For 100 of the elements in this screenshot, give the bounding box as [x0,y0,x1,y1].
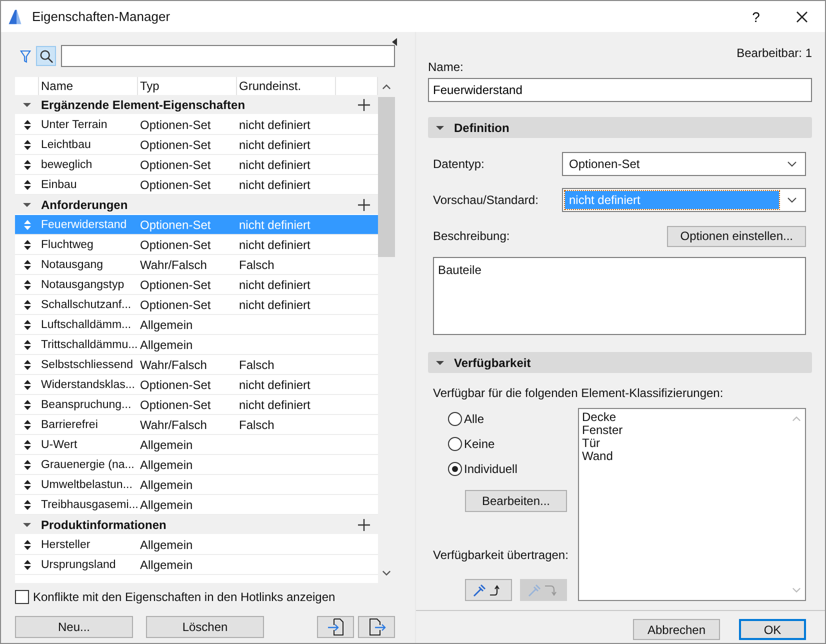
import-button[interactable] [317,616,354,638]
property-name: Umweltbelastun... [40,478,134,490]
property-row[interactable]: Schallschutzanf... Optionen-Set nicht definiert [15,295,378,315]
property-type: Optionen-Set [139,298,212,312]
scroll-thumb[interactable] [378,97,395,257]
edit-button[interactable]: Bearbeiten... [465,490,567,512]
section-header[interactable]: Verfügbarkeit [428,352,812,373]
section-header[interactable]: Definition [428,117,812,138]
property-name: Grauenergie (na... [40,458,136,470]
drag-handle-icon[interactable] [24,220,31,230]
drag-handle-icon[interactable] [24,300,31,310]
property-row[interactable]: Beanspruchung... Optionen-Set nicht definiert [15,395,378,415]
property-default: Falsch [238,418,276,432]
add-icon[interactable] [358,98,370,110]
classification-item[interactable]: Decke [582,411,785,424]
radio-button[interactable] [448,412,462,426]
classification-list[interactable]: Decke Fenster Tür Wand [578,408,806,601]
property-default: nicht definiert [238,118,312,132]
eyedropper-button[interactable] [465,579,512,601]
property-name: Widerstandsklas... [40,378,136,390]
property-row[interactable]: Fluchtweg Optionen-Set nicht definiert [15,235,378,255]
drag-handle-icon[interactable] [24,160,31,170]
radio-button[interactable] [448,462,462,476]
radio-label[interactable]: Alle [464,412,484,426]
property-row[interactable]: U-Wert Allgemein [15,435,378,455]
drag-handle-icon[interactable] [24,140,31,150]
drag-handle-icon[interactable] [24,500,31,510]
datatype-dropdown[interactable]: Optionen-Set [562,152,806,176]
search-field[interactable] [61,45,395,67]
property-name: Leichtbau [40,138,92,150]
property-type: Allgemein [139,338,194,352]
app-logo-icon [7,8,23,24]
property-row[interactable]: beweglich Optionen-Set nicht definiert [15,155,378,175]
document-arrow-out-icon [366,617,386,637]
drag-handle-icon[interactable] [24,280,31,290]
drag-handle-icon[interactable] [24,440,31,450]
drag-handle-icon[interactable] [24,460,31,470]
radio-label[interactable]: Individuell [464,462,518,476]
property-name: Fluchtweg [40,238,94,250]
drag-handle-icon[interactable] [24,180,31,190]
classification-item[interactable]: Tür [582,437,785,450]
drag-handle-icon[interactable] [24,380,31,390]
property-row[interactable]: Hersteller Allgemein [15,535,378,555]
window-title: Eigenschaften-Manager [32,9,172,24]
property-row[interactable]: Ursprungsland Allgemein [15,555,378,575]
group-title: Anforderungen [41,198,129,212]
drag-handle-icon[interactable] [24,540,31,550]
expand-triangle-icon[interactable] [23,100,31,108]
property-type: Allgemein [139,438,194,452]
property-row[interactable]: Leichtbau Optionen-Set nicht definiert [15,135,378,155]
property-row[interactable]: Luftschalldämm... Allgemein [15,315,378,335]
help-button[interactable]: ? [733,1,779,32]
drag-handle-icon[interactable] [24,120,31,130]
dialog-button[interactable]: Neu... [15,616,133,638]
expand-triangle-icon[interactable] [23,200,31,208]
property-row[interactable]: Trittschalldämmu... Allgemein [15,335,378,355]
classification-item[interactable]: Fenster [582,424,785,437]
drag-handle-icon[interactable] [24,320,31,330]
name-label: Name: [428,60,464,74]
property-row[interactable]: Umweltbelastun... Allgemein [15,475,378,495]
filter-icon[interactable] [20,50,31,62]
drag-handle-icon[interactable] [24,400,31,410]
dialog-button[interactable]: OK [739,619,806,640]
property-row[interactable]: Widerstandsklas... Optionen-Set nicht definiert [15,375,378,395]
property-row[interactable]: Notausgang Wahr/Falsch Falsch [15,255,378,275]
drag-handle-icon[interactable] [24,420,31,430]
property-row[interactable]: Selbstschliessend Wahr/Falsch Falsch [15,355,378,375]
checkbox-label[interactable]: Konflikte mit den Eigenschaften in den Hotlinks anzeigen [33,590,336,604]
classification-item[interactable]: Wand [582,450,785,463]
property-type: Allgemein [139,558,194,572]
add-icon[interactable] [358,518,370,530]
scroll-down-icon[interactable] [382,570,391,576]
set-options-button[interactable]: Optionen einstellen... [667,226,806,246]
export-button[interactable] [358,616,395,638]
drag-handle-icon[interactable] [24,240,31,250]
checkbox[interactable] [15,590,29,604]
name-field[interactable]: Feuerwiderstand [428,78,812,102]
transfer-label: Verfügbarkeit übertragen: [433,548,570,562]
collapse-arrow-icon[interactable] [392,38,397,46]
property-row[interactable]: Barrierefrei Wahr/Falsch Falsch [15,415,378,435]
description-field[interactable]: Bauteile [433,257,806,335]
scroll-up-icon[interactable] [382,84,391,90]
drag-handle-icon[interactable] [24,560,31,570]
property-default: nicht definiert [238,138,312,152]
search-icon [38,48,54,64]
expand-triangle-icon[interactable] [23,520,31,528]
dialog-button[interactable]: Abbrechen [633,619,720,640]
property-row[interactable]: Unter Terrain Optionen-Set nicht definiert [15,115,378,135]
search-toggle[interactable] [36,46,56,66]
property-row[interactable]: Notausgangstyp Optionen-Set nicht definiert [15,275,378,295]
drag-handle-icon[interactable] [24,260,31,270]
drag-handle-icon[interactable] [24,360,31,370]
property-default: nicht definiert [238,378,312,392]
radio-label[interactable]: Keine [464,436,495,450]
property-row[interactable]: Grauenergie (na... Allgemein [15,455,378,475]
drag-handle-icon[interactable] [24,340,31,350]
radio-button[interactable] [448,436,462,450]
drag-handle-icon[interactable] [24,480,31,490]
add-icon[interactable] [358,198,370,210]
dialog-button[interactable]: Löschen [146,616,264,638]
